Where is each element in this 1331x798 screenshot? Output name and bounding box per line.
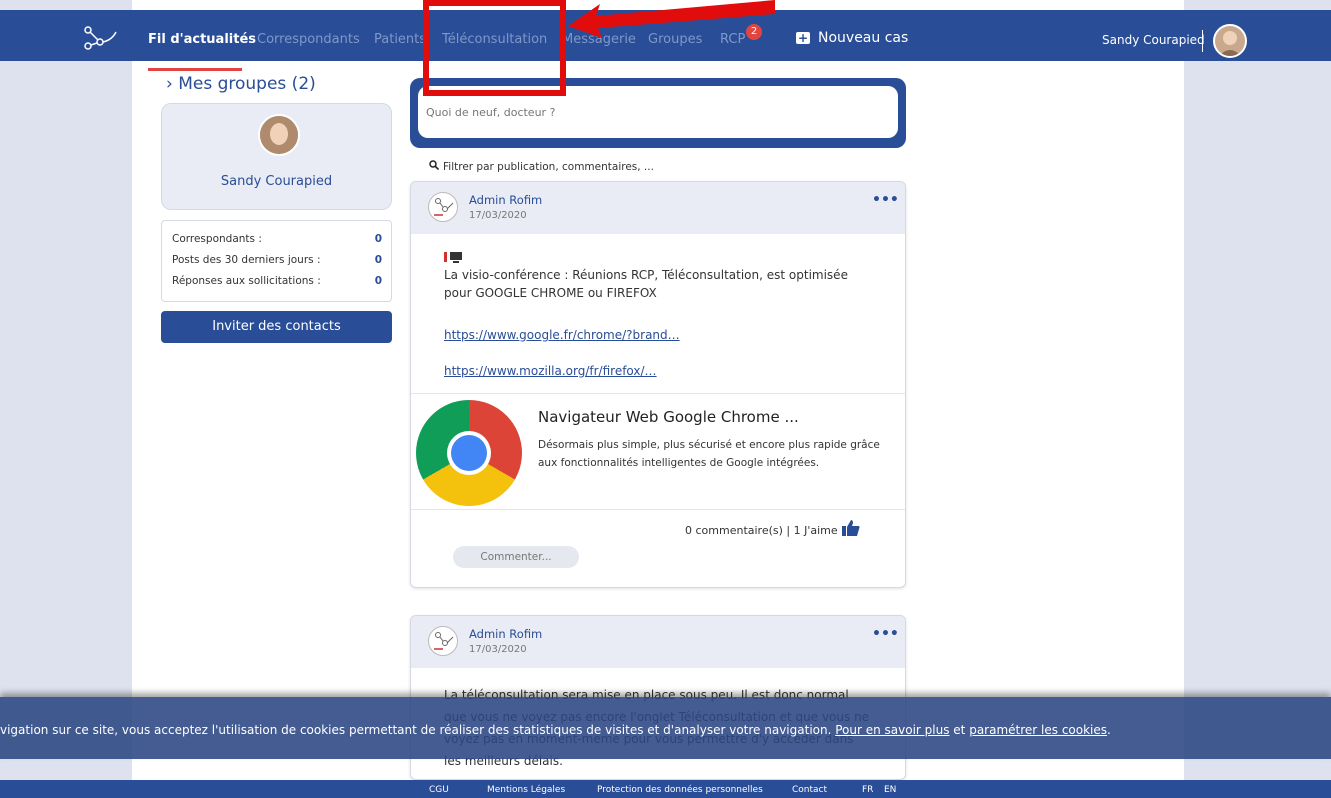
post-counts[interactable]: 0 commentaire(s) | 1 J'aime (685, 524, 838, 537)
post-header: Admin Rofim 17/03/2020 ••• (411, 616, 905, 668)
cookie-and: et (949, 723, 970, 737)
profile-name[interactable]: Sandy Courapied (162, 174, 391, 189)
post-card: Admin Rofim 17/03/2020 ••• La visio-conf… (410, 181, 906, 588)
stat-value: 0 (374, 254, 382, 266)
preview-description: Désormais plus simple, plus sécurisé et … (538, 439, 880, 469)
stat-value: 0 (374, 233, 382, 245)
filter-bar[interactable]: Filtrer par publication, commentaires, .… (429, 160, 654, 173)
stat-label: Réponses aux sollicitations : (172, 275, 321, 287)
page: Fil d'actualités Correspondants Patients… (0, 0, 1331, 798)
plus-square-icon: + (796, 31, 810, 45)
right-gutter (1184, 0, 1331, 798)
red-arrow-annotation (568, 0, 775, 38)
post-link-firefox[interactable]: https://www.mozilla.org/fr/firefox/… (444, 364, 657, 378)
post-date: 17/03/2020 (469, 210, 527, 221)
invite-contacts-button[interactable]: Inviter des contacts (161, 311, 392, 343)
network-logo-icon[interactable] (80, 24, 120, 54)
cookie-message: vigation sur ce site, vous acceptez l'ut… (0, 723, 836, 737)
stat-label: Posts des 30 derniers jours : (172, 254, 321, 266)
footer: CGU Mentions Légales Protection des donn… (0, 780, 1331, 798)
footer-contact-link[interactable]: Contact (792, 785, 827, 795)
stat-label: Correspondants : (172, 233, 262, 245)
chevron-right-icon: › (166, 74, 179, 94)
filter-label: Filtrer par publication, commentaires, .… (443, 161, 654, 173)
stat-row: Réponses aux sollicitations : 0 (172, 275, 382, 287)
user-name[interactable]: Sandy Courapied (1102, 33, 1205, 47)
more-dots-icon[interactable]: ••• (872, 626, 899, 642)
footer-cgu-link[interactable]: CGU (429, 785, 449, 795)
stats-panel: Correspondants : 0 Posts des 30 derniers … (161, 220, 392, 302)
footer-privacy-link[interactable]: Protection des données personnelles (597, 785, 763, 795)
footer-mentions-link[interactable]: Mentions Légales (487, 785, 565, 795)
nav-patients[interactable]: Patients (374, 32, 426, 47)
computer-emoji-icon (444, 249, 464, 263)
new-case-button[interactable]: + Nouveau cas (796, 30, 908, 46)
thumbs-up-icon[interactable] (842, 520, 860, 540)
more-dots-icon[interactable]: ••• (872, 192, 899, 208)
post-date: 17/03/2020 (469, 644, 527, 655)
preview-title: Navigateur Web Google Chrome ... (538, 408, 799, 426)
lang-en-link[interactable]: EN (884, 785, 896, 795)
cookie-banner: vigation sur ce site, vous acceptez l'ut… (0, 697, 1331, 759)
groups-title-label: Mes groupes (2) (178, 74, 316, 94)
stat-value: 0 (374, 275, 382, 287)
post-header: Admin Rofim 17/03/2020 ••• (411, 182, 905, 234)
nav-fil-actualites[interactable]: Fil d'actualités (148, 32, 256, 47)
post-author[interactable]: Admin Rofim (469, 193, 542, 207)
user-avatar[interactable] (1213, 24, 1247, 58)
cookie-end: . (1107, 723, 1111, 737)
post-link-chrome[interactable]: https://www.google.fr/chrome/?brand… (444, 328, 680, 342)
post-text: La visio-conférence : Réunions RCP, Télé… (444, 268, 848, 300)
stat-row: Correspondants : 0 (172, 233, 382, 245)
cookie-text: vigation sur ce site, vous acceptez l'ut… (0, 723, 1331, 737)
groups-title[interactable]: › Mes groupes (2) (166, 74, 316, 94)
post-author[interactable]: Admin Rofim (469, 627, 542, 641)
avatar[interactable] (258, 114, 300, 156)
user-separator (1202, 30, 1203, 52)
comment-button[interactable]: Commenter... (453, 546, 579, 568)
highlight-box-annotation (423, 0, 566, 96)
new-case-label: Nouveau cas (818, 30, 909, 46)
search-icon (429, 160, 440, 173)
cookie-settings-link[interactable]: paramétrer les cookies (969, 723, 1107, 737)
cookie-learn-more-link[interactable]: Pour en savoir plus (835, 723, 949, 737)
chrome-logo-icon (416, 400, 522, 506)
author-avatar[interactable] (428, 626, 458, 656)
link-preview[interactable]: Navigateur Web Google Chrome ... Désorma… (411, 393, 905, 510)
left-gutter (0, 0, 132, 798)
author-avatar[interactable] (428, 192, 458, 222)
profile-card: Sandy Courapied (161, 103, 392, 210)
active-tab-indicator (148, 68, 242, 71)
nav-correspondants[interactable]: Correspondants (257, 32, 360, 47)
lang-fr-link[interactable]: FR (862, 785, 873, 795)
stat-row: Posts des 30 derniers jours : 0 (172, 254, 382, 266)
